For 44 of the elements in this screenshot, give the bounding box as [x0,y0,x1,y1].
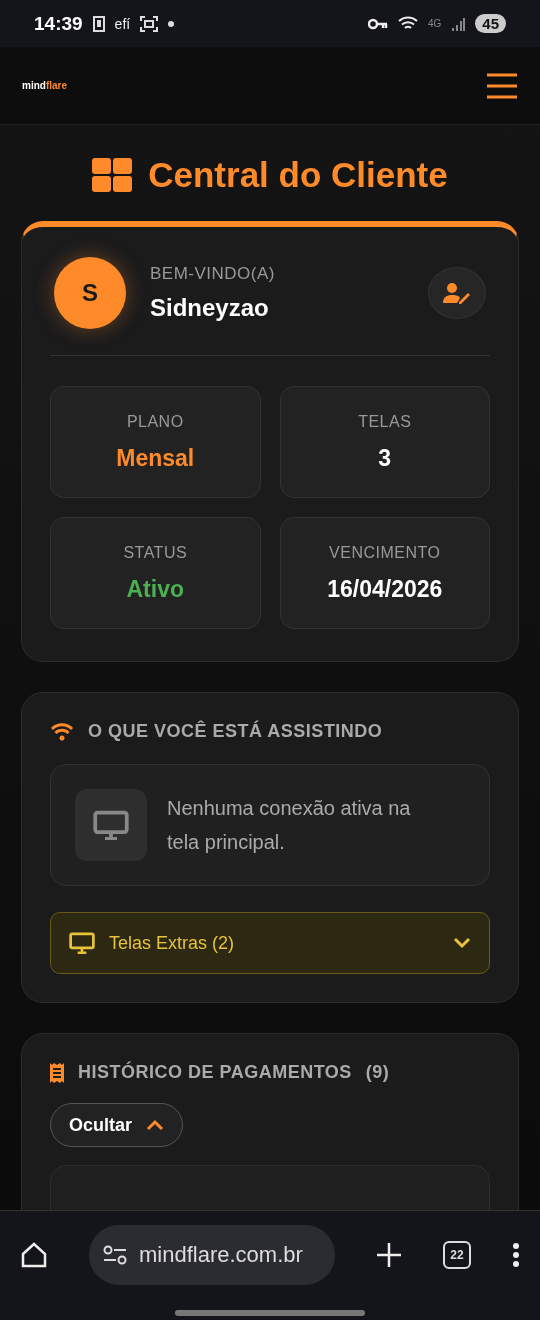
stat-label: STATUS [123,543,188,562]
wifi-icon [50,722,74,741]
chevron-icon [146,1119,165,1131]
stat-value: Ativo [126,575,184,603]
menu-button[interactable] [486,71,518,100]
grid-icon [92,158,133,192]
site-settings-icon [103,1245,127,1265]
empty-message: Nenhuma conexão ativa na tela principal. [167,796,412,855]
signal-icon [451,16,466,31]
key-icon [367,17,388,30]
dot-icon [168,20,175,27]
payment-count: (9) [365,1062,390,1083]
address-bar[interactable]: mindflare.com.br [89,1225,335,1285]
new-tab-button[interactable] [376,1242,402,1268]
avatar: S [54,257,126,329]
hide-toggle-button[interactable]: Ocultar [50,1103,184,1147]
battery-level: 45 [475,14,506,33]
edit-profile-button[interactable] [428,267,486,319]
stat-label: VENCIMENTO [329,543,441,562]
tab-switcher-button[interactable]: 22 [443,1241,471,1269]
user-edit-icon [443,282,471,304]
monitor-icon [69,931,95,955]
status-time: 14:39 [34,12,83,35]
stat-value: 3 [378,444,392,472]
chevron-icon [453,937,471,949]
network-type: 4G [427,18,442,29]
stat-label: PLANO [126,412,184,431]
section-title: O QUE VOCÊ ESTÁ ASSISTINDO [88,721,383,742]
notification-app-label: efí [114,15,131,32]
screenshot-icon [140,15,159,32]
extra-screens-dropdown[interactable]: Telas Extras (2) [50,912,490,974]
stat-label: TELAS [358,412,412,431]
sim-icon [92,15,105,32]
page-title: Central do Cliente [148,155,448,195]
site-logo[interactable]: mindflare [22,80,67,91]
receipt-icon [50,1062,64,1083]
greeting: BEM-VINDO(A) [150,264,275,284]
section-title: HISTÓRICO DE PAGAMENTOS [78,1062,352,1083]
more-menu-button[interactable] [512,1242,520,1268]
user-name: Sidneyzao [150,294,270,322]
stat-value: Mensal [116,444,195,472]
monitor-icon [93,809,129,841]
stat-value: 16/04/2026 [327,575,443,603]
home-button[interactable] [20,1241,48,1269]
